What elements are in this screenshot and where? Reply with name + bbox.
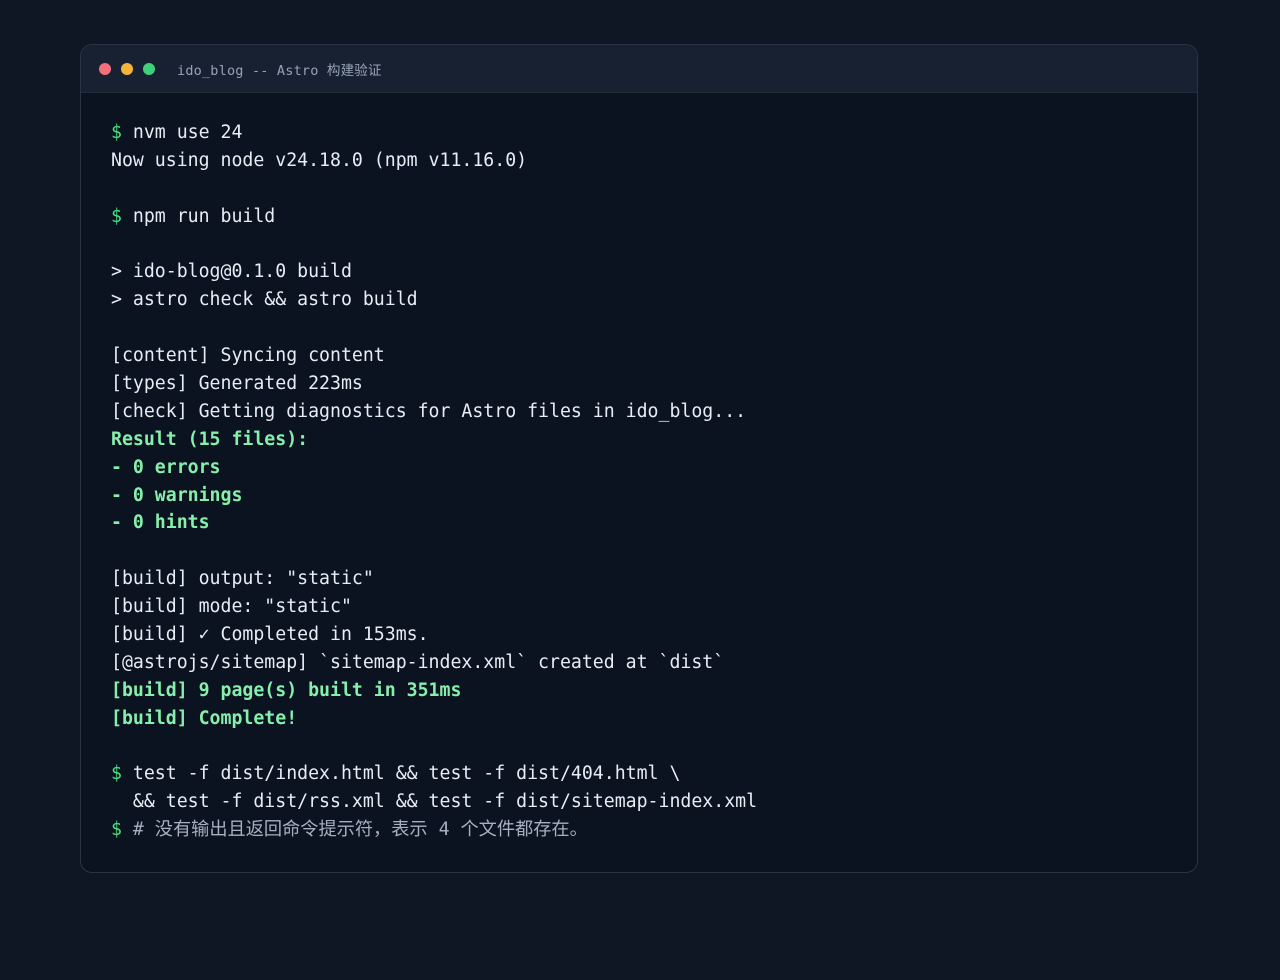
command-text: test -f dist/index.html && test -f dist/…	[132, 763, 681, 785]
output-text: [build] ✓ Completed in 153ms.	[111, 624, 429, 646]
terminal-output[interactable]: $ nvm use 24 Now using node v24.18.0 (npm…	[81, 93, 1197, 844]
output-text: [content] Syncing content	[111, 345, 385, 367]
terminal-line: - 0 errors	[111, 454, 1197, 482]
output-text: > astro check && astro build	[111, 289, 418, 311]
terminal-line: [check] Getting diagnostics for Astro fi…	[111, 398, 1197, 426]
output-text: [build] mode: "static"	[111, 596, 352, 618]
terminal-line: [build] 9 page(s) built in 351ms	[111, 677, 1197, 705]
output-text: Result (15 files):	[111, 428, 309, 450]
prompt-symbol: $	[111, 205, 122, 227]
output-text: - 0 warnings	[111, 484, 243, 506]
window-title: ido_blog -- Astro 构建验证	[177, 62, 382, 79]
terminal-line: [@astrojs/sitemap] `sitemap-index.xml` c…	[111, 649, 1197, 677]
terminal-line: Result (15 files):	[111, 426, 1197, 454]
output-text: [types] Generated 223ms	[111, 373, 363, 395]
terminal-line: $ npm run build	[111, 203, 1197, 231]
terminal-line: - 0 warnings	[111, 482, 1197, 510]
terminal-line: [build] mode: "static"	[111, 593, 1197, 621]
terminal-line: > astro check && astro build	[111, 286, 1197, 314]
prompt-symbol: $	[111, 122, 122, 143]
output-text: Now using node v24.18.0 (npm v11.16.0)	[111, 149, 528, 171]
output-text: [check] Getting diagnostics for Astro fi…	[111, 400, 747, 422]
prompt-symbol: $	[111, 763, 122, 785]
terminal-line: [types] Generated 223ms	[111, 370, 1197, 398]
terminal-line: - 0 hints	[111, 509, 1197, 537]
command-text: npm run build	[132, 205, 276, 227]
prompt-symbol: $	[111, 819, 122, 841]
terminal-line: > ido-blog@0.1.0 build	[111, 258, 1197, 286]
title-bar: ido_blog -- Astro 构建验证	[81, 45, 1197, 93]
output-text: [build] output: "static"	[111, 568, 374, 590]
terminal-line: [build] output: "static"	[111, 565, 1197, 593]
output-text: [@astrojs/sitemap] `sitemap-index.xml` c…	[111, 651, 725, 673]
terminal-line: [build] ✓ Completed in 153ms.	[111, 621, 1197, 649]
output-text: - 0 hints	[111, 512, 210, 534]
output-text: && test -f dist/rss.xml && test -f dist/…	[111, 791, 758, 813]
terminal-line: $ # 没有输出且返回命令提示符，表示 4 个文件都存在。	[111, 816, 1197, 844]
terminal-line: Now using node v24.18.0 (npm v11.16.0)	[111, 147, 1197, 175]
minimize-window-button[interactable]	[121, 62, 133, 75]
terminal-line: && test -f dist/rss.xml && test -f dist/…	[111, 788, 1197, 816]
comment-text: # 没有输出且返回命令提示符，表示 4 个文件都存在。	[132, 819, 588, 841]
command-text: nvm use 24	[132, 122, 243, 143]
terminal-line: [build] Complete!	[111, 705, 1197, 733]
terminal-line: $ test -f dist/index.html && test -f dis…	[111, 760, 1197, 788]
output-text: > ido-blog@0.1.0 build	[111, 261, 352, 283]
output-text: [build] Complete!	[111, 707, 298, 729]
output-text: [build] 9 page(s) built in 351ms	[111, 679, 462, 701]
close-window-button[interactable]	[99, 62, 111, 75]
maximize-window-button[interactable]	[143, 62, 155, 75]
output-text: - 0 errors	[111, 456, 221, 478]
terminal-line: $ nvm use 24	[111, 119, 1197, 147]
terminal-window: ido_blog -- Astro 构建验证 $ nvm use 24 Now u…	[80, 44, 1198, 873]
terminal-line: [content] Syncing content	[111, 342, 1197, 370]
